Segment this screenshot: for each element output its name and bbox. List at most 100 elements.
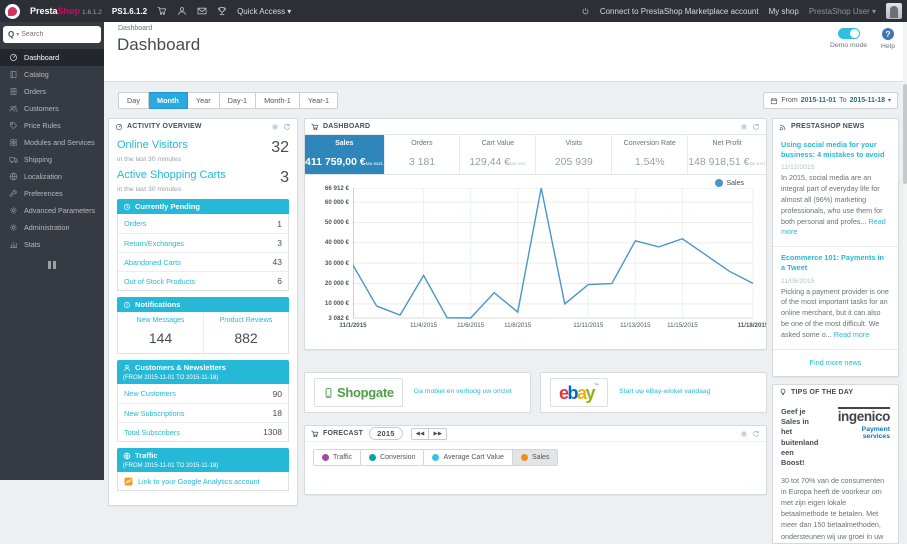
sidebar-item-catalog[interactable]: Catalog bbox=[0, 66, 104, 83]
sidebar-item-orders[interactable]: Orders bbox=[0, 83, 104, 100]
sidebar-item-dashboard[interactable]: Dashboard bbox=[0, 49, 104, 66]
orders-value: 1 bbox=[277, 218, 282, 229]
brand-presta: Presta bbox=[30, 6, 58, 16]
sidebar-item-customers[interactable]: Customers bbox=[0, 100, 104, 117]
search-scope-selector[interactable]: Q bbox=[8, 30, 14, 39]
shopgate-link[interactable]: Ga mobiel en verhoog uw omzet bbox=[414, 388, 512, 397]
metric-sales[interactable]: Sales 411 759,00 €tax excl. bbox=[305, 135, 385, 174]
new-messages-link[interactable]: New Messages bbox=[120, 317, 201, 324]
help-icon[interactable]: ? bbox=[882, 28, 894, 40]
news-article-title[interactable]: Using social media for your business: 4 … bbox=[781, 140, 890, 160]
forecast-legend-average-cart-value[interactable]: Average Cart Value bbox=[423, 450, 512, 465]
my-shop-link[interactable]: My shop bbox=[769, 7, 799, 16]
tab-month-1[interactable]: Month-1 bbox=[256, 92, 300, 109]
new-subscriptions-link[interactable]: New Subscriptions bbox=[124, 409, 184, 418]
ebay-link[interactable]: Start uw eBay-winkel vandaag bbox=[619, 388, 710, 397]
total-subscribers-link[interactable]: Total Subscribers bbox=[124, 428, 180, 437]
modules-icon bbox=[9, 138, 18, 147]
sidebar-item-shipping[interactable]: Shipping bbox=[0, 151, 104, 168]
sidebar-item-administration[interactable]: Administration bbox=[0, 219, 104, 236]
badges-icon[interactable] bbox=[217, 6, 227, 16]
orders-link[interactable]: Orders bbox=[124, 219, 146, 228]
forecast-cart-icon bbox=[311, 430, 319, 438]
gear-icon[interactable] bbox=[740, 123, 748, 131]
find-more-news-link[interactable]: Find more news bbox=[773, 350, 898, 376]
sidebar-item-preferences[interactable]: Preferences bbox=[0, 185, 104, 202]
scrollbar-thumb[interactable] bbox=[903, 84, 907, 184]
gear-icon[interactable] bbox=[271, 123, 279, 131]
sidebar-item-stats[interactable]: Stats bbox=[0, 236, 104, 253]
return-exchanges-link[interactable]: Return/Exchanges bbox=[124, 239, 184, 248]
demo-mode-toggle[interactable] bbox=[837, 28, 860, 39]
metric-orders[interactable]: Orders 3 181 bbox=[385, 135, 461, 174]
user-menu[interactable]: PrestaShop User ▾ bbox=[809, 7, 876, 16]
online-visitors-link[interactable]: Online Visitors bbox=[117, 139, 188, 151]
quick-access-menu[interactable]: Quick Access ▾ bbox=[237, 7, 291, 16]
x-axis-tick: 11/8/2015 bbox=[504, 322, 532, 329]
forecast-next-button[interactable]: ▶▶ bbox=[428, 427, 448, 440]
refresh-icon[interactable] bbox=[752, 123, 760, 131]
page-scrollbar[interactable] bbox=[903, 22, 907, 480]
bulb-icon bbox=[779, 388, 787, 396]
forecast-prev-button[interactable]: ◀◀ bbox=[410, 427, 429, 440]
metric-suffix: tax excl. bbox=[365, 161, 384, 166]
forecast-legend-conversion[interactable]: Conversion bbox=[360, 450, 424, 465]
gear-icon bbox=[9, 223, 18, 232]
tag-icon bbox=[9, 121, 18, 130]
metric-visits[interactable]: Visits 205 939 bbox=[536, 135, 613, 174]
shopgate-ad[interactable]: Shopgate Ga mobiel en verhoog uw omzet bbox=[304, 372, 531, 413]
search-input[interactable] bbox=[21, 31, 80, 38]
refresh-icon[interactable] bbox=[752, 430, 760, 438]
marketplace-link[interactable]: Connect to PrestaShop Marketplace accoun… bbox=[600, 7, 759, 16]
brand-link[interactable]: PrestaShop 1.6.1.2 bbox=[30, 6, 102, 16]
forecast-legend-traffic[interactable]: Traffic bbox=[314, 450, 361, 465]
metric-cart-value[interactable]: Cart Value 129,44 €tax excl. bbox=[460, 135, 537, 174]
product-reviews-cell: Product Reviews 882 bbox=[203, 312, 288, 353]
refresh-icon[interactable] bbox=[283, 123, 291, 131]
customer-icon[interactable] bbox=[177, 6, 187, 16]
page-header: Dashboard Dashboard Demo mode ? Help bbox=[104, 22, 903, 82]
cart-icon[interactable] bbox=[157, 6, 167, 16]
chart-legend[interactable]: Sales bbox=[715, 179, 744, 187]
tab-year[interactable]: Year bbox=[187, 92, 220, 109]
metric-value: 411 759,00 €tax excl. bbox=[305, 156, 384, 168]
prestashop-logo-icon[interactable] bbox=[5, 3, 20, 19]
table-row: Out of Stock Products 6 bbox=[118, 271, 288, 290]
news-article-title[interactable]: Ecommerce 101: Payments in a Tweet bbox=[781, 253, 890, 273]
abandoned-carts-link[interactable]: Abandoned Carts bbox=[124, 258, 181, 267]
tab-month[interactable]: Month bbox=[148, 92, 188, 109]
globe-icon bbox=[123, 452, 131, 460]
news-article: Ecommerce 101: Payments in a Tweet 11/05/… bbox=[773, 247, 898, 350]
sidebar-search[interactable]: Q ▾ bbox=[3, 26, 101, 43]
metric-conversion-rate[interactable]: Conversion Rate 1.54% bbox=[612, 135, 689, 174]
messages-icon[interactable] bbox=[197, 6, 207, 16]
sidebar-item-modules-and-services[interactable]: Modules and Services bbox=[0, 134, 104, 151]
breadcrumb[interactable]: Dashboard bbox=[118, 25, 152, 32]
y-axis-tick: 10 000 € bbox=[324, 300, 349, 308]
date-range-picker[interactable]: From 2015-11-01 To 2015-11-18 ▾ bbox=[763, 92, 898, 109]
ebay-ad[interactable]: ebay™ Start uw eBay-winkel vandaag bbox=[540, 372, 767, 413]
metric-net-profit[interactable]: Net Profit 148 918,51 €tax excl. bbox=[688, 135, 766, 174]
prestashop-news-panel: PRESTASHOP NEWS Using social media for y… bbox=[772, 118, 899, 377]
active-carts-link[interactable]: Active Shopping Carts bbox=[117, 169, 226, 181]
sidebar-item-price-rules[interactable]: Price Rules bbox=[0, 117, 104, 134]
metric-label: Visits bbox=[565, 140, 583, 147]
truck-icon bbox=[9, 155, 18, 164]
google-analytics-link[interactable]: Link to your Google Analytics account bbox=[138, 477, 260, 486]
tab-day-1[interactable]: Day-1 bbox=[219, 92, 257, 109]
x-axis-tick: 11/18/2015 bbox=[737, 322, 767, 329]
tab-day[interactable]: Day bbox=[118, 92, 149, 109]
tab-year-1[interactable]: Year-1 bbox=[299, 92, 339, 109]
sidebar-item-advanced-parameters[interactable]: Advanced Parameters bbox=[0, 202, 104, 219]
read-more-link[interactable]: Read more bbox=[834, 330, 870, 339]
sidebar-item-localization[interactable]: Localization bbox=[0, 168, 104, 185]
user-avatar[interactable] bbox=[886, 3, 902, 19]
new-customers-link[interactable]: New Customers bbox=[124, 389, 176, 398]
gear-icon[interactable] bbox=[740, 430, 748, 438]
product-reviews-link[interactable]: Product Reviews bbox=[206, 317, 286, 324]
out-of-stock-products-link[interactable]: Out of Stock Products bbox=[124, 277, 195, 286]
sidebar-item-label: Shipping bbox=[24, 155, 52, 164]
collapse-menu-button[interactable] bbox=[47, 261, 57, 269]
forecast-legend-sales[interactable]: Sales bbox=[511, 450, 558, 465]
phone-icon bbox=[323, 386, 334, 400]
